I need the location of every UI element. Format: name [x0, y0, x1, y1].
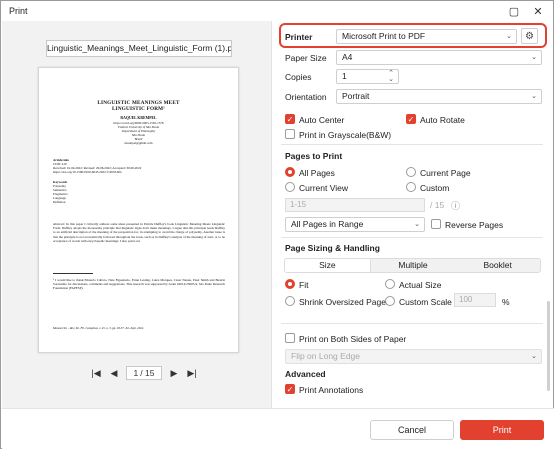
maximize-icon[interactable]: ▢: [503, 2, 525, 20]
all-pages-label: All Pages: [299, 168, 335, 178]
page-total: / 15: [140, 368, 155, 378]
flip-select[interactable]: Flip on Long Edge ⌄: [285, 349, 542, 364]
divider: [281, 237, 543, 238]
pages-to-print-header: Pages to Print: [285, 151, 343, 161]
chevron-down-icon: ⌄: [414, 221, 420, 228]
flip-value: Flip on Long Edge: [291, 351, 360, 361]
gear-icon[interactable]: ⚙: [521, 28, 538, 44]
fit-radio[interactable]: [285, 279, 295, 289]
printer-value: Microsoft Print to PDF: [342, 31, 426, 41]
chevron-down-icon: ⌄: [531, 353, 537, 360]
custom-label: Custom: [420, 183, 450, 193]
chevron-down-icon: ⌄: [531, 54, 537, 61]
print-dialog: Print ▢ ✕ Linguistic_Meanings_Meet_Lingu…: [0, 0, 554, 449]
both-sides-label: Print on Both Sides of Paper: [299, 334, 407, 344]
chevron-down-icon: ⌄: [531, 93, 537, 100]
page-preview: LINGUISTIC MEANINGS MEET LINGUISTIC FORM…: [38, 67, 239, 353]
reverse-pages-label: Reverse Pages: [445, 220, 504, 230]
auto-center-label: Auto Center: [299, 115, 345, 125]
current-page-label: Current Page: [420, 168, 471, 178]
paper-size-select[interactable]: A4 ⌄: [336, 50, 542, 65]
page-number-input[interactable]: 1 / 15: [126, 366, 162, 380]
sizing-tabs: Size Multiple Booklet: [284, 258, 541, 273]
doc-info-line: https://doi.org/10.1590/0100-6045.2022.V…: [53, 170, 122, 174]
doc-keyword: Deflation: [53, 200, 66, 204]
all-pages-radio[interactable]: [285, 167, 295, 177]
copies-value: 1: [342, 71, 347, 81]
divider: [281, 323, 543, 324]
current-page-radio[interactable]: [406, 167, 416, 177]
printer-label: Printer: [285, 32, 313, 42]
shrink-label: Shrink Oversized Pages: [299, 297, 391, 307]
last-page-icon[interactable]: ▶|: [186, 368, 198, 379]
chevron-down-icon: ⌄: [506, 33, 512, 40]
grayscale-checkbox[interactable]: [285, 129, 295, 139]
auto-rotate-label: Auto Rotate: [420, 115, 465, 125]
orientation-label: Orientation: [285, 92, 327, 102]
doc-email: rkrempel@gmail.com: [124, 141, 153, 145]
file-name: Linguistic_Meanings_Meet_Linguistic_Form…: [46, 40, 232, 57]
sizing-header: Page Sizing & Handling: [285, 243, 380, 253]
window-title: Print: [9, 6, 28, 16]
orientation-value: Portrait: [342, 91, 370, 101]
current-view-radio[interactable]: [285, 182, 295, 192]
range-total: / 15: [430, 200, 445, 210]
prev-page-icon[interactable]: ◀: [108, 368, 120, 379]
divider: [281, 144, 543, 145]
paper-size-value: A4: [342, 52, 353, 62]
info-icon[interactable]: ⓘ: [451, 199, 460, 212]
reverse-pages-checkbox[interactable]: [431, 219, 441, 229]
custom-radio[interactable]: [406, 182, 416, 192]
current-view-label: Current View: [299, 183, 348, 193]
stepper-arrows-icon[interactable]: ⌃ ⌄: [388, 70, 394, 83]
copies-stepper[interactable]: 1 ⌃ ⌄: [336, 69, 399, 84]
copies-label: Copies: [285, 72, 312, 82]
footnote-rule: [53, 273, 93, 274]
first-page-icon[interactable]: |◀: [90, 368, 102, 379]
custom-scale-radio[interactable]: [385, 296, 395, 306]
tab-size[interactable]: Size: [285, 259, 371, 272]
cancel-button[interactable]: Cancel: [370, 420, 454, 440]
fit-label: Fit: [299, 280, 309, 290]
title-bar: Print ▢ ✕: [1, 1, 553, 21]
next-page-icon[interactable]: ▶: [168, 368, 180, 379]
page-current: 1: [133, 368, 139, 378]
tab-multiple[interactable]: Multiple: [371, 259, 456, 272]
preview-pane: Linguistic_Meanings_Meet_Linguistic_Form…: [2, 21, 272, 408]
custom-scale-label: Custom Scale: [399, 297, 452, 307]
percent-label: %: [502, 297, 510, 307]
print-annotations-label: Print Annotations: [299, 385, 364, 395]
auto-rotate-checkbox[interactable]: ✓: [406, 114, 416, 124]
tab-booklet[interactable]: Booklet: [455, 259, 540, 272]
doc-footnote: ¹ I would like to thank Eduardo Calixto,…: [53, 278, 225, 291]
grayscale-label: Print in Grayscale(B&W): [299, 130, 392, 140]
both-sides-checkbox[interactable]: [285, 333, 295, 343]
range-filter-value: All Pages in Range: [291, 219, 364, 229]
print-annotations-checkbox[interactable]: ✓: [285, 384, 295, 394]
actual-size-radio[interactable]: [385, 279, 395, 289]
settings-scrollbar[interactable]: [547, 301, 550, 391]
scale-input[interactable]: 100: [454, 293, 496, 307]
shrink-radio[interactable]: [285, 296, 295, 306]
print-button[interactable]: Print: [460, 420, 544, 440]
advanced-header: Advanced: [285, 369, 326, 379]
close-icon[interactable]: ✕: [527, 2, 549, 20]
dialog-footer: Cancel Print: [2, 408, 554, 449]
doc-abstract: Abstract: In this paper I critically add…: [53, 222, 225, 243]
paper-size-label: Paper Size: [285, 53, 327, 63]
page-range-input[interactable]: 1-15: [285, 198, 425, 212]
printer-select[interactable]: Microsoft Print to PDF ⌄: [336, 29, 517, 44]
doc-title-line-2: LINGUISTIC FORM¹: [111, 106, 166, 112]
doc-running-foot: Manuscrito – Rev. Int. Fil. Campinas, v.…: [53, 326, 145, 330]
auto-center-checkbox[interactable]: ✓: [285, 114, 295, 124]
scale-value: 100: [459, 295, 473, 304]
page-navigator: |◀ ◀ 1 / 15 ▶ ▶|: [90, 366, 198, 380]
range-filter-select[interactable]: All Pages in Range ⌄: [285, 217, 425, 232]
orientation-select[interactable]: Portrait ⌄: [336, 89, 542, 104]
actual-size-label: Actual Size: [399, 280, 442, 290]
